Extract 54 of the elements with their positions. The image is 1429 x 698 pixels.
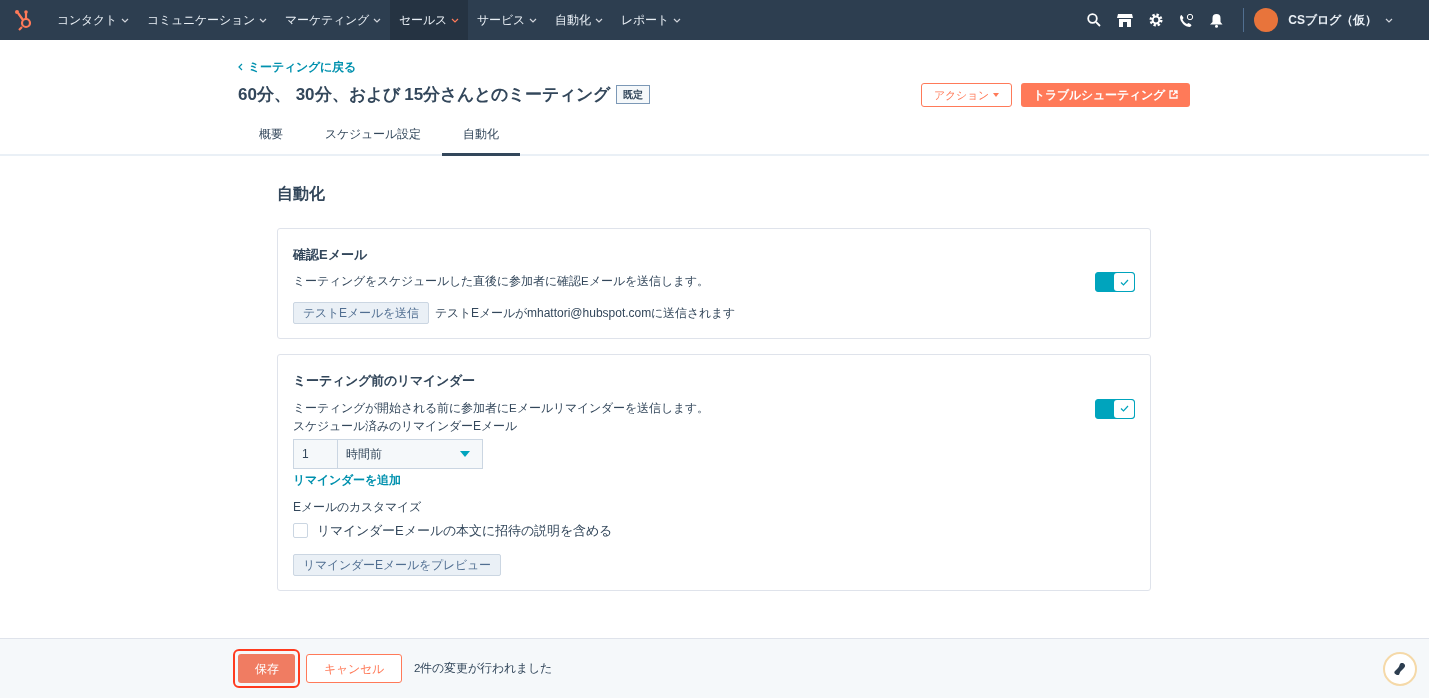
chevron-down-icon: [595, 17, 603, 23]
nav-menu-item[interactable]: コンタクト: [48, 0, 138, 40]
checkbox[interactable]: [293, 522, 308, 538]
back-chevron-icon: [238, 63, 243, 71]
nav-menu-item[interactable]: レポート: [612, 0, 690, 40]
external-link-icon: [1169, 90, 1178, 100]
card-title: ミーティング前のリマインダー: [293, 372, 476, 390]
nav-menu-item[interactable]: コミュニケーション: [138, 0, 276, 40]
caret-icon: [460, 450, 470, 457]
check-icon: [1119, 405, 1129, 412]
nav-menu-item[interactable]: マーケティング: [276, 0, 390, 40]
unit-dropdown[interactable]: 時間前: [338, 439, 482, 468]
notification-bell-icon[interactable]: [1210, 12, 1224, 28]
chevron-down-icon: [259, 17, 267, 23]
back-link[interactable]: ミーティングに戻る: [238, 58, 356, 76]
preview-reminder-button[interactable]: リマインダーEメールをプレビュー: [293, 554, 501, 576]
description-text: ミーティングが開始される前に参加者にEメールリマインダーを送信します。: [293, 400, 709, 416]
page-title: 60分、 30分、および 15分さんとのミーティング: [238, 84, 611, 106]
toggle-switch[interactable]: [1095, 398, 1135, 419]
nav-menu-item[interactable]: サービス: [468, 0, 546, 40]
help-chat-button[interactable]: [1383, 651, 1417, 686]
nav-menu-item[interactable]: 自動化: [546, 0, 612, 40]
sprocket-logo-icon[interactable]: [14, 9, 34, 31]
chevron-down-icon: [373, 17, 381, 23]
chevron-down-icon: [451, 17, 459, 23]
tab[interactable]: 概要: [238, 117, 304, 156]
checkbox-label: リマインダーEメールの本文に招待の説明を含める: [317, 521, 612, 540]
caret-icon: [993, 92, 999, 97]
peanut-icon: [1392, 660, 1408, 677]
changes-status: 2件の変更が行われました: [414, 660, 553, 676]
store-icon[interactable]: [1117, 13, 1134, 27]
chevron-down-icon: [673, 17, 681, 23]
add-reminder-link[interactable]: リマインダーを追加: [293, 470, 401, 489]
account-menu[interactable]: CSブログ（仮）: [1288, 11, 1393, 29]
field-label: Eメールのカスタマイズ: [293, 498, 422, 516]
user-avatar[interactable]: [1254, 8, 1279, 32]
settings-icon[interactable]: [1149, 13, 1164, 27]
chevron-down-icon: [121, 17, 129, 23]
section-title: 自動化: [277, 183, 326, 204]
test-email-note: テストEメールがmhattori@hubspot.comに送信されます: [435, 305, 736, 322]
check-icon: [1119, 278, 1129, 286]
toggle-switch[interactable]: [1095, 272, 1135, 292]
card-title: 確認Eメール: [293, 245, 368, 264]
send-test-email-button[interactable]: テストEメールを送信: [293, 302, 429, 324]
nav-menu-item[interactable]: セールス: [390, 0, 468, 40]
phone-icon[interactable]: [1179, 12, 1195, 28]
field-label: スケジュール済みのリマインダーEメール: [293, 417, 518, 435]
tab[interactable]: 自動化: [442, 117, 520, 156]
default-tag: 既定: [616, 85, 651, 105]
tab[interactable]: スケジュール設定: [304, 117, 442, 156]
chevron-down-icon: [529, 17, 537, 23]
description-text: ミーティングをスケジュールした直後に参加者に確認Eメールを送信します。: [293, 274, 709, 290]
search-icon[interactable]: [1087, 13, 1102, 27]
chevron-down-icon: [1385, 17, 1393, 23]
